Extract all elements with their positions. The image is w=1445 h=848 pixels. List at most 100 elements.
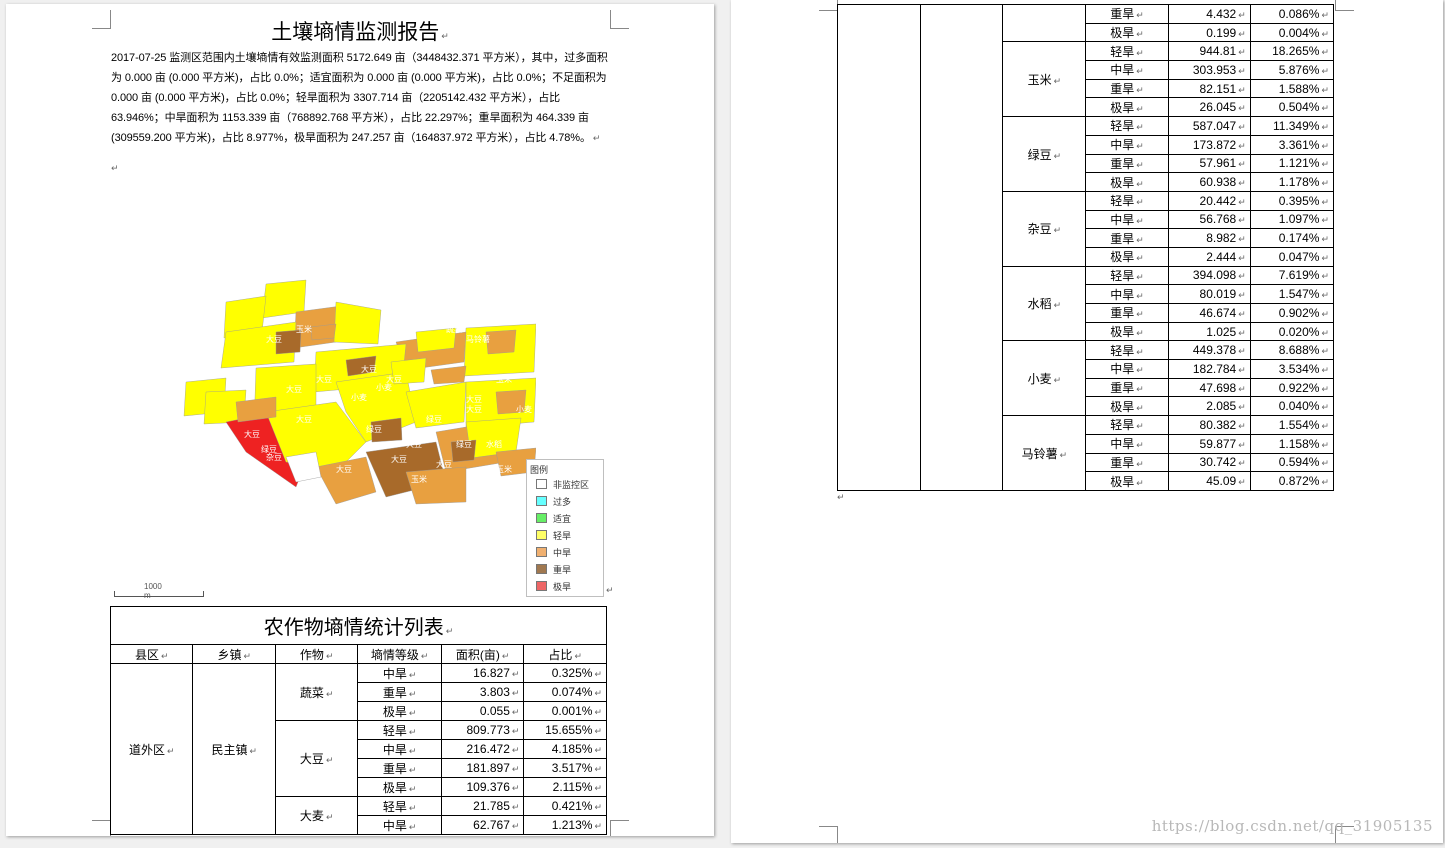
area-cell[interactable]: 4.432 ↵: [1167, 4, 1251, 24]
level-cell[interactable]: 中旱 ↵: [1085, 284, 1169, 304]
crop-cell[interactable]: 水稻 ↵: [1002, 265, 1087, 342]
level-cell[interactable]: 重旱 ↵: [1085, 452, 1169, 473]
area-cell[interactable]: 8.982 ↵: [1167, 228, 1251, 248]
district-cell[interactable]: 道外区 ↵: [109, 663, 194, 835]
table-header-cell[interactable]: 面积(亩) ↵: [440, 644, 525, 664]
level-cell[interactable]: 轻旱 ↵: [1085, 41, 1169, 62]
area-cell[interactable]: 46.674 ↵: [1167, 303, 1251, 323]
crop-moisture-table[interactable]: 农作物墒情统计列表 ↵ 县区 ↵ 乡镇 ↵ 作物 ↵ 墒情等级 ↵ 面积(亩) ↵ 占比 ↵ 道外区 ↵ 民主镇…: [109, 606, 607, 835]
ratio-cell[interactable]: 1.213% ↵: [523, 815, 607, 835]
ratio-cell[interactable]: 8.688% ↵: [1249, 340, 1335, 361]
area-cell[interactable]: 3.803 ↵: [440, 682, 525, 702]
level-cell[interactable]: 中旱 ↵: [1085, 134, 1169, 155]
level-cell[interactable]: 重旱 ↵: [357, 758, 442, 778]
ratio-cell[interactable]: 3.517% ↵: [523, 758, 607, 778]
level-cell[interactable]: 轻旱 ↵: [357, 796, 442, 816]
area-cell[interactable]: 62.767 ↵: [440, 815, 525, 835]
level-cell[interactable]: 重旱 ↵: [1085, 303, 1169, 323]
level-cell[interactable]: 轻旱 ↵: [1085, 340, 1169, 361]
ratio-cell[interactable]: 0.047% ↵: [1249, 246, 1335, 267]
ratio-cell[interactable]: 1.178% ↵: [1249, 172, 1335, 192]
area-cell[interactable]: 182.784 ↵: [1167, 359, 1251, 379]
ratio-cell[interactable]: 0.902% ↵: [1249, 303, 1335, 323]
ratio-cell[interactable]: 18.265% ↵: [1249, 41, 1335, 62]
level-cell[interactable]: 极旱 ↵: [1085, 22, 1169, 43]
level-cell[interactable]: 轻旱 ↵: [1085, 190, 1169, 211]
ratio-cell[interactable]: 0.074% ↵: [523, 682, 607, 702]
ratio-cell[interactable]: 0.174% ↵: [1249, 228, 1335, 248]
ratio-cell[interactable]: 0.594% ↵: [1249, 452, 1335, 473]
area-cell[interactable]: 173.872 ↵: [1167, 134, 1251, 155]
level-cell[interactable]: 极旱 ↵: [1085, 172, 1169, 192]
area-cell[interactable]: 809.773 ↵: [440, 720, 525, 740]
table-header-cell[interactable]: 县区 ↵: [109, 644, 194, 664]
ratio-cell[interactable]: 0.504% ↵: [1249, 97, 1335, 118]
area-cell[interactable]: 303.953 ↵: [1167, 60, 1251, 80]
level-cell[interactable]: 中旱 ↵: [357, 663, 442, 683]
ratio-cell[interactable]: 0.872% ↵: [1249, 471, 1335, 491]
level-cell[interactable]: 极旱 ↵: [1085, 321, 1169, 342]
area-cell[interactable]: 2.444 ↵: [1167, 246, 1251, 267]
ratio-cell[interactable]: 1.547% ↵: [1249, 284, 1335, 304]
ratio-cell[interactable]: 1.097% ↵: [1249, 209, 1335, 230]
level-cell[interactable]: 中旱 ↵: [1085, 209, 1169, 230]
area-cell[interactable]: 20.442 ↵: [1167, 190, 1251, 211]
crop-cell[interactable]: 蔬菜 ↵: [274, 663, 359, 721]
area-cell[interactable]: 181.897 ↵: [440, 758, 525, 778]
area-cell[interactable]: 21.785 ↵: [440, 796, 525, 816]
area-cell[interactable]: 16.827 ↵: [440, 663, 525, 683]
table-header-cell[interactable]: 作物 ↵: [274, 644, 359, 664]
area-cell[interactable]: 82.151 ↵: [1167, 78, 1251, 99]
crop-cell[interactable]: [1002, 3, 1087, 43]
level-cell[interactable]: 重旱 ↵: [357, 682, 442, 702]
area-cell[interactable]: 0.199 ↵: [1167, 22, 1251, 43]
crop-cell[interactable]: 小麦 ↵: [1002, 340, 1087, 417]
ratio-cell[interactable]: 4.185% ↵: [523, 739, 607, 759]
ratio-cell[interactable]: 0.325% ↵: [523, 663, 607, 683]
area-cell[interactable]: 1.025 ↵: [1167, 321, 1251, 342]
level-cell[interactable]: 中旱 ↵: [1085, 60, 1169, 80]
ratio-cell[interactable]: 0.004% ↵: [1249, 22, 1335, 43]
crop-cell[interactable]: 马铃薯 ↵: [1002, 415, 1087, 491]
ratio-cell[interactable]: 3.534% ↵: [1249, 359, 1335, 379]
area-cell[interactable]: 45.09 ↵: [1167, 471, 1251, 491]
level-cell[interactable]: 中旱 ↵: [357, 815, 442, 835]
crop-cell[interactable]: 大豆 ↵: [274, 720, 359, 797]
ratio-cell[interactable]: 1.554% ↵: [1249, 415, 1335, 435]
area-cell[interactable]: 60.938 ↵: [1167, 172, 1251, 192]
town-cell[interactable]: 民主镇 ↵: [192, 663, 276, 835]
crop-cell[interactable]: 绿豆 ↵: [1002, 116, 1087, 192]
ratio-cell[interactable]: 2.115% ↵: [523, 777, 607, 797]
ratio-cell[interactable]: 1.158% ↵: [1249, 433, 1335, 454]
area-cell[interactable]: 80.019 ↵: [1167, 284, 1251, 304]
town-cell[interactable]: [920, 4, 1004, 491]
level-cell[interactable]: 重旱 ↵: [1085, 4, 1169, 24]
ratio-cell[interactable]: 0.395% ↵: [1249, 190, 1335, 211]
ratio-cell[interactable]: 1.121% ↵: [1249, 153, 1335, 174]
level-cell[interactable]: 轻旱 ↵: [1085, 415, 1169, 435]
area-cell[interactable]: 216.472 ↵: [440, 739, 525, 759]
table-caption[interactable]: 农作物墒情统计列表 ↵: [110, 606, 607, 645]
level-cell[interactable]: 极旱 ↵: [1085, 471, 1169, 491]
level-cell[interactable]: 极旱 ↵: [357, 701, 442, 721]
level-cell[interactable]: 重旱 ↵: [1085, 228, 1169, 248]
ratio-cell[interactable]: 0.040% ↵: [1249, 396, 1335, 417]
level-cell[interactable]: 轻旱 ↵: [357, 720, 442, 740]
area-cell[interactable]: 587.047 ↵: [1167, 116, 1251, 136]
level-cell[interactable]: 极旱 ↵: [1085, 396, 1169, 417]
area-cell[interactable]: 394.098 ↵: [1167, 265, 1251, 286]
ratio-cell[interactable]: 15.655% ↵: [523, 720, 607, 740]
table-header-cell[interactable]: 乡镇 ↵: [192, 644, 276, 664]
district-cell[interactable]: [836, 4, 922, 491]
crop-cell[interactable]: 玉米 ↵: [1002, 41, 1087, 118]
level-cell[interactable]: 中旱 ↵: [1085, 433, 1169, 454]
ratio-cell[interactable]: 11.349% ↵: [1249, 116, 1335, 136]
area-cell[interactable]: 26.045 ↵: [1167, 97, 1251, 118]
level-cell[interactable]: 轻旱 ↵: [1085, 265, 1169, 286]
table-header-cell[interactable]: 占比 ↵: [523, 644, 607, 664]
ratio-cell[interactable]: 0.020% ↵: [1249, 321, 1335, 342]
report-title[interactable]: 土壤墒情监测报告 ↵: [6, 16, 714, 46]
crop-cell[interactable]: 大麦 ↵: [274, 796, 359, 835]
ratio-cell[interactable]: 5.876% ↵: [1249, 60, 1335, 80]
level-cell[interactable]: 轻旱 ↵: [1085, 116, 1169, 136]
